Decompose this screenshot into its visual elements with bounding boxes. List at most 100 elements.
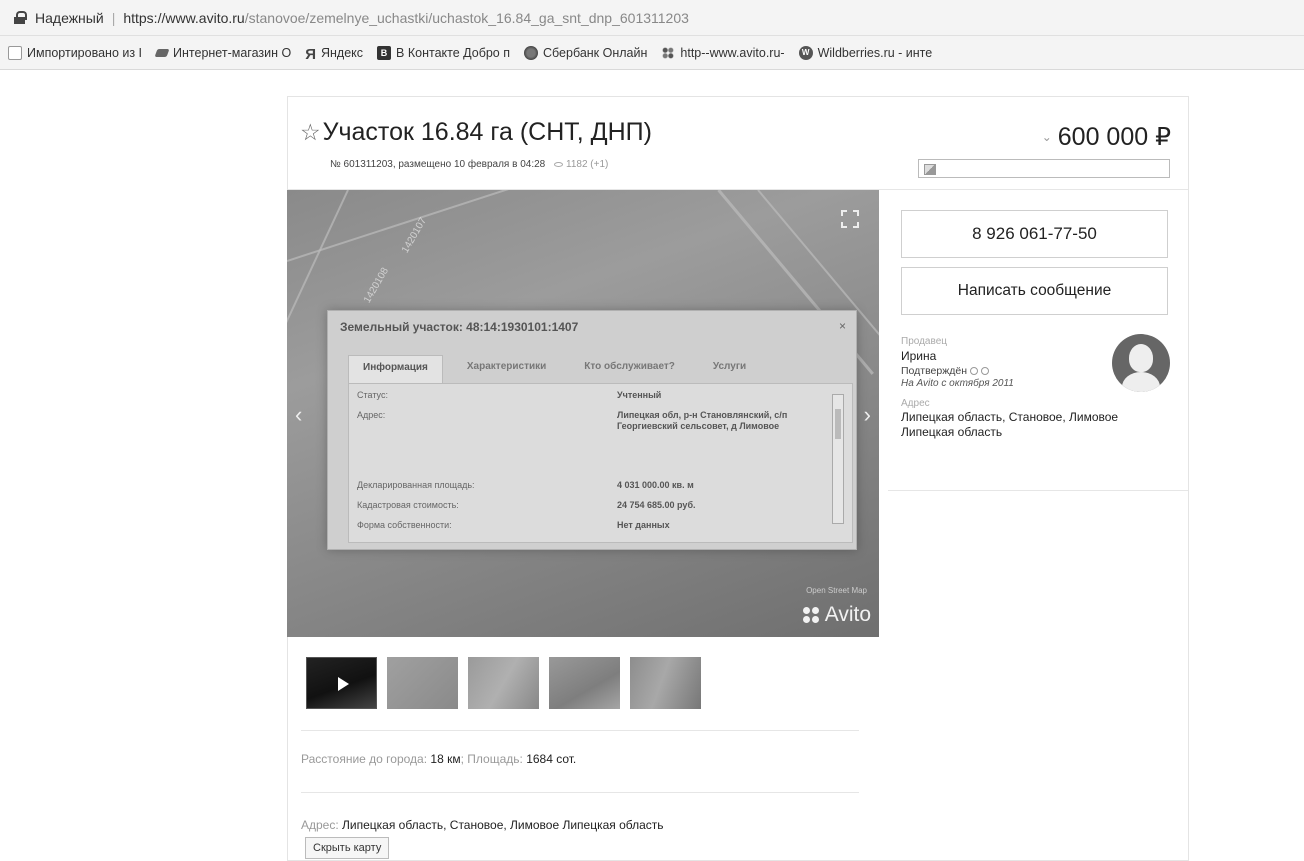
listing-meta: № 601311203, размещено 10 февраля в 04:2… xyxy=(330,159,608,170)
dialog-row-value: Учтенный xyxy=(617,390,662,400)
cadastre-dialog: Земельный участок: 48:14:1930101:1407 × … xyxy=(327,310,857,550)
dialog-tab: Характеристики xyxy=(466,361,547,372)
thumbnail-photo[interactable] xyxy=(630,657,701,709)
seller-label: Продавец xyxy=(901,336,947,347)
close-icon: × xyxy=(838,319,846,333)
seller-info: Продавец Ирина Подтверждён На Avito с ок… xyxy=(901,336,1141,440)
bookmark-imported[interactable]: Импортировано из I xyxy=(8,45,143,60)
fullscreen-icon[interactable] xyxy=(841,210,859,228)
listing-params: Расстояние до города: 18 км; Площадь: 16… xyxy=(301,752,577,766)
bookmark-label: В Контакте Добро п xyxy=(396,45,510,60)
verified-status: Подтверждён xyxy=(901,365,1141,377)
dialog-row-label: Декларированная площадь: xyxy=(357,480,475,490)
address-divider xyxy=(301,792,859,793)
arrow-left-icon[interactable]: ‹ xyxy=(295,402,302,428)
play-icon xyxy=(338,677,349,691)
listing-id-date: № 601311203, размещено 10 февраля в 04:2… xyxy=(330,159,546,170)
dialog-scrollbar xyxy=(832,394,844,524)
listing-price: 600 000 ₽ xyxy=(1057,123,1171,151)
bookmarks-bar: Импортировано из I Интернет-магазин О Я … xyxy=(0,36,1304,70)
address-label: Адрес: xyxy=(301,818,339,832)
dialog-body: Статус: Учтенный Адрес: Липецкая обл, р-… xyxy=(348,383,853,543)
email-verified-icon xyxy=(981,367,990,375)
thumbnail-photo[interactable] xyxy=(549,657,620,709)
dialog-row-label: Статус: xyxy=(357,390,388,400)
bookmark-yandex[interactable]: Я Яндекс xyxy=(305,45,364,63)
thumbnail-video[interactable] xyxy=(306,657,377,709)
views-counter: 1182 (+1) xyxy=(554,159,608,170)
dialog-row-value: Нет данных xyxy=(617,520,670,530)
wildberries-icon: W xyxy=(798,45,813,60)
sidebar-address-label: Адрес xyxy=(901,398,930,409)
thumbnail-photo[interactable] xyxy=(468,657,539,709)
address-bar[interactable]: Надежный | https://www.avito.ru /stanovo… xyxy=(0,0,1304,36)
dialog-row-label: Адрес: xyxy=(357,410,386,420)
dialog-row-label: Форма собственности: xyxy=(357,520,452,530)
bookmark-label: Интернет-магазин О xyxy=(173,45,292,60)
avatar-body xyxy=(1122,372,1160,392)
views-count: 1182 (+1) xyxy=(566,159,609,170)
verified-label: Подтверждён xyxy=(901,365,968,377)
folder-icon xyxy=(8,45,22,60)
map-caption: Open Street Map xyxy=(806,586,867,595)
dialog-row-value: 4 031 000.00 кв. м xyxy=(617,480,694,490)
bookmark-label: Яндекс xyxy=(320,45,364,60)
address-value: Липецкая область, Становое, Лимовое Липе… xyxy=(342,818,664,832)
url-path[interactable]: /stanovoe/zemelnye_uchastki/uchastok_16.… xyxy=(245,10,689,26)
title-row: ☆ Участок 16.84 га (СНТ, ДНП) xyxy=(300,118,652,147)
dialog-tab: Информация xyxy=(348,355,443,383)
price-row: ⌄ 600 000 ₽ xyxy=(1042,122,1171,152)
yandex-icon: Я xyxy=(305,45,316,63)
address-line: Адрес: Липецкая область, Становое, Лимов… xyxy=(301,818,664,832)
thumbnail-strip xyxy=(306,657,711,709)
area-value: 1684 сот. xyxy=(526,752,577,766)
shop-icon xyxy=(154,48,170,57)
write-message-button[interactable]: Написать сообщение xyxy=(901,267,1168,315)
bookmark-wildberries[interactable]: W Wildberries.ru - инте xyxy=(798,45,933,60)
bookmark-label: Импортировано из I xyxy=(27,45,143,60)
bookmark-avito[interactable]: http--www.avito.ru- xyxy=(661,45,785,60)
distance-label: Расстояние до города: xyxy=(301,752,428,766)
eye-icon xyxy=(554,161,563,167)
bookmark-label: Сбербанк Онлайн xyxy=(543,45,648,60)
dialog-row-value: Липецкая обл, р-н Становлянский, с/п Гео… xyxy=(617,410,788,431)
area-label: Площадь: xyxy=(467,752,523,766)
dialog-title: Земельный участок: 48:14:1930101:1407 xyxy=(340,320,579,334)
broken-image-placeholder xyxy=(918,159,1170,178)
phone-button[interactable]: 8 926 061-77-50 xyxy=(901,210,1168,258)
avito-watermark: Avito xyxy=(802,603,871,627)
avito-logo-icon xyxy=(802,607,819,623)
address-separator: | xyxy=(111,9,116,26)
params-divider xyxy=(301,730,859,731)
arrow-right-icon[interactable]: › xyxy=(864,402,871,428)
avito-icon xyxy=(661,45,676,60)
bookmark-label: Wildberries.ru - инте xyxy=(817,45,933,60)
seller-name[interactable]: Ирина xyxy=(901,349,1141,363)
thumbnail-photo[interactable] xyxy=(387,657,458,709)
listing-title: Участок 16.84 га (СНТ, ДНП) xyxy=(322,118,652,146)
distance-value: 18 км xyxy=(430,752,461,766)
sidebar-divider xyxy=(888,490,1188,491)
price-chevron-icon[interactable]: ⌄ xyxy=(1042,130,1052,144)
bookmark-vk[interactable]: B В Контакте Добро п xyxy=(377,45,510,60)
avito-logo-text: Avito xyxy=(824,603,871,626)
seller-since: На Avito с октября 2011 xyxy=(901,378,1014,389)
map-label: 1420108 xyxy=(361,265,391,306)
dialog-tab: Кто обслуживает? xyxy=(584,361,675,372)
sidebar-address: Липецкая область, Становое, Лимовое Липе… xyxy=(901,410,1119,439)
dialog-tabs: Информация Характеристики Кто обслуживае… xyxy=(348,355,848,383)
main-photo[interactable]: 1420107 1420108 Земельный участок: 48:14… xyxy=(287,190,879,637)
bookmark-label: http--www.avito.ru- xyxy=(680,45,785,60)
lock-icon xyxy=(14,11,27,24)
dialog-row-label: Кадастровая стоимость: xyxy=(357,500,459,510)
dialog-tab: Услуги xyxy=(712,361,747,372)
bookmark-shop[interactable]: Интернет-магазин О xyxy=(154,45,292,60)
favorite-star-icon[interactable]: ☆ xyxy=(300,121,321,144)
phone-verified-icon xyxy=(970,367,979,375)
seller-avatar[interactable] xyxy=(1112,334,1170,392)
vk-icon: B xyxy=(377,45,392,60)
hide-map-button[interactable]: Скрыть карту xyxy=(305,837,390,859)
bookmark-sberbank[interactable]: Сбербанк Онлайн xyxy=(524,45,648,60)
avatar-head xyxy=(1129,344,1153,372)
url-host[interactable]: https://www.avito.ru xyxy=(123,10,244,26)
